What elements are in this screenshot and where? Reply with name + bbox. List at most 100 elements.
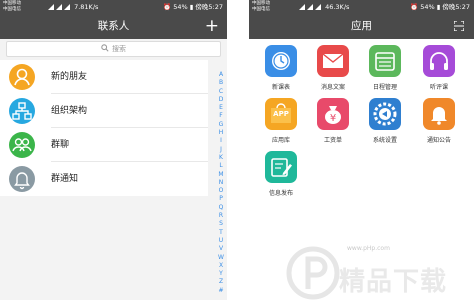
carrier-text: 中国移动 中国电信 [252, 1, 270, 12]
clock-time: 傍晚5:27 [442, 3, 470, 11]
title-bar: 联系人 + [0, 14, 227, 39]
clock-icon [265, 45, 297, 77]
alarm-icon: ⏰ [410, 3, 419, 11]
gear-icon [369, 98, 401, 130]
signal-icon [299, 4, 305, 10]
carrier-text: 中国移动 中国电信 [3, 1, 21, 12]
signal-icon [56, 4, 62, 10]
edit-icon [265, 151, 297, 183]
envelope-icon [317, 45, 349, 77]
network-speed: 7.81K/s [74, 3, 99, 11]
network-speed: 46.3K/s [325, 3, 350, 11]
index-letter[interactable]: M [216, 171, 226, 179]
app-label: 信息发布 [268, 190, 293, 197]
group-icon [9, 132, 35, 158]
app-envelope[interactable]: 消息文案 [311, 45, 355, 101]
watermark-text: 精品下载 [339, 267, 448, 297]
index-letter[interactable]: S [216, 220, 226, 228]
add-icon[interactable]: + [205, 16, 219, 36]
index-letter[interactable]: C [216, 88, 226, 96]
contact-group-chat[interactable]: 群聊 [0, 128, 208, 162]
index-letter[interactable]: J [216, 146, 226, 154]
search-placeholder: 搜索 [112, 45, 126, 53]
index-letter[interactable]: W [216, 254, 226, 262]
app-clock[interactable]: 新课表 [259, 45, 303, 101]
app-label: 日程管理 [372, 84, 397, 91]
app-label: 消息文案 [320, 84, 345, 91]
svg-text:¥: ¥ [330, 113, 336, 124]
contact-label: 群通知 [51, 174, 79, 184]
index-letter[interactable]: B [216, 79, 226, 87]
index-letter[interactable]: V [216, 245, 226, 253]
contact-group-notice[interactable]: 群通知 [0, 162, 208, 196]
contact-label: 新的朋友 [51, 72, 88, 82]
app-headphones[interactable]: 听评课 [417, 45, 461, 101]
status-bar: 中国移动 中国电信 7.81K/s ⏰ 54% ▮ 傍晚5:27 [0, 0, 227, 14]
battery-icon: ▮ [436, 3, 441, 11]
battery-icon: ▮ [189, 3, 194, 11]
signal-icon [64, 4, 70, 10]
app-badge: APP [273, 110, 289, 118]
app-calendar[interactable]: 日程管理 [363, 45, 407, 101]
app-label: 听评课 [429, 84, 448, 91]
app-label: 通知公告 [426, 137, 451, 144]
app-label: 应用库 [271, 137, 290, 144]
search-icon [101, 44, 109, 52]
title-bar: 应用 [249, 14, 474, 39]
contact-org-chart[interactable]: 组织架构 [0, 94, 208, 128]
index-letter[interactable]: H [216, 129, 226, 137]
scan-icon[interactable] [454, 21, 464, 31]
index-letter[interactable]: Z [216, 278, 226, 286]
index-letter[interactable]: A [216, 71, 226, 79]
watermark-url: www.pHp.com [347, 245, 390, 252]
index-letter[interactable]: O [216, 187, 226, 195]
search-input[interactable]: 搜索 [6, 41, 221, 57]
index-letter[interactable]: T [216, 229, 226, 237]
app-label: 系统设置 [372, 137, 397, 144]
signal-icon [315, 4, 321, 10]
contact-label: 组织架构 [51, 106, 88, 116]
watermark-logo-icon [286, 246, 340, 300]
battery-percent: 54% [420, 3, 435, 11]
index-letter[interactable]: X [216, 262, 226, 270]
index-letter[interactable]: E [216, 104, 226, 112]
alphabet-index[interactable]: A B C D E F G H I J K L M N O P Q R S T U V W X Y Z # [216, 71, 226, 295]
index-letter[interactable]: Q [216, 204, 226, 212]
index-letter[interactable]: R [216, 212, 226, 220]
index-letter[interactable]: K [216, 154, 226, 162]
battery-percent: 54% [173, 3, 188, 11]
index-letter[interactable]: U [216, 237, 226, 245]
org-chart-icon [9, 98, 35, 124]
app-money-bag[interactable]: ¥ 工资单 [311, 98, 355, 154]
bell-icon [9, 166, 35, 192]
status-bar: 中国移动 中国电信 46.3K/s ⏰ 54% ▮ 傍晚5:27 [249, 0, 474, 14]
index-letter[interactable]: D [216, 96, 226, 104]
app-label: 工资单 [323, 137, 342, 144]
clock-time: 傍晚5:27 [195, 3, 223, 11]
signal-icon [307, 4, 313, 10]
index-letter[interactable]: # [216, 287, 226, 295]
app-app-store[interactable]: APP 应用库 [259, 98, 303, 154]
bell-icon [423, 98, 455, 130]
index-letter[interactable]: P [216, 195, 226, 203]
app-store-icon: APP [265, 98, 297, 130]
app-gear[interactable]: 系统设置 [363, 98, 407, 154]
index-letter[interactable]: F [216, 112, 226, 120]
index-letter[interactable]: N [216, 179, 226, 187]
index-letter[interactable]: I [216, 137, 226, 145]
calendar-icon [369, 45, 401, 77]
index-letter[interactable]: G [216, 121, 226, 129]
page-title: 应用 [351, 20, 372, 32]
contact-new-friends[interactable]: 新的朋友 [0, 60, 208, 94]
contacts-screen: 中国移动 中国电信 7.81K/s ⏰ 54% ▮ 傍晚5:27 联系人 + 搜… [0, 0, 227, 300]
alarm-icon: ⏰ [163, 3, 172, 11]
app-bell[interactable]: 通知公告 [417, 98, 461, 154]
app-edit[interactable]: 信息发布 [259, 151, 303, 207]
money-bag-icon: ¥ [317, 98, 349, 130]
index-letter[interactable]: L [216, 162, 226, 170]
page-title: 联系人 [97, 20, 130, 32]
index-letter[interactable]: Y [216, 270, 226, 278]
person-icon [9, 64, 35, 90]
watermark: www.pHp.com 精品下载 [283, 243, 473, 300]
signal-icon [48, 4, 54, 10]
